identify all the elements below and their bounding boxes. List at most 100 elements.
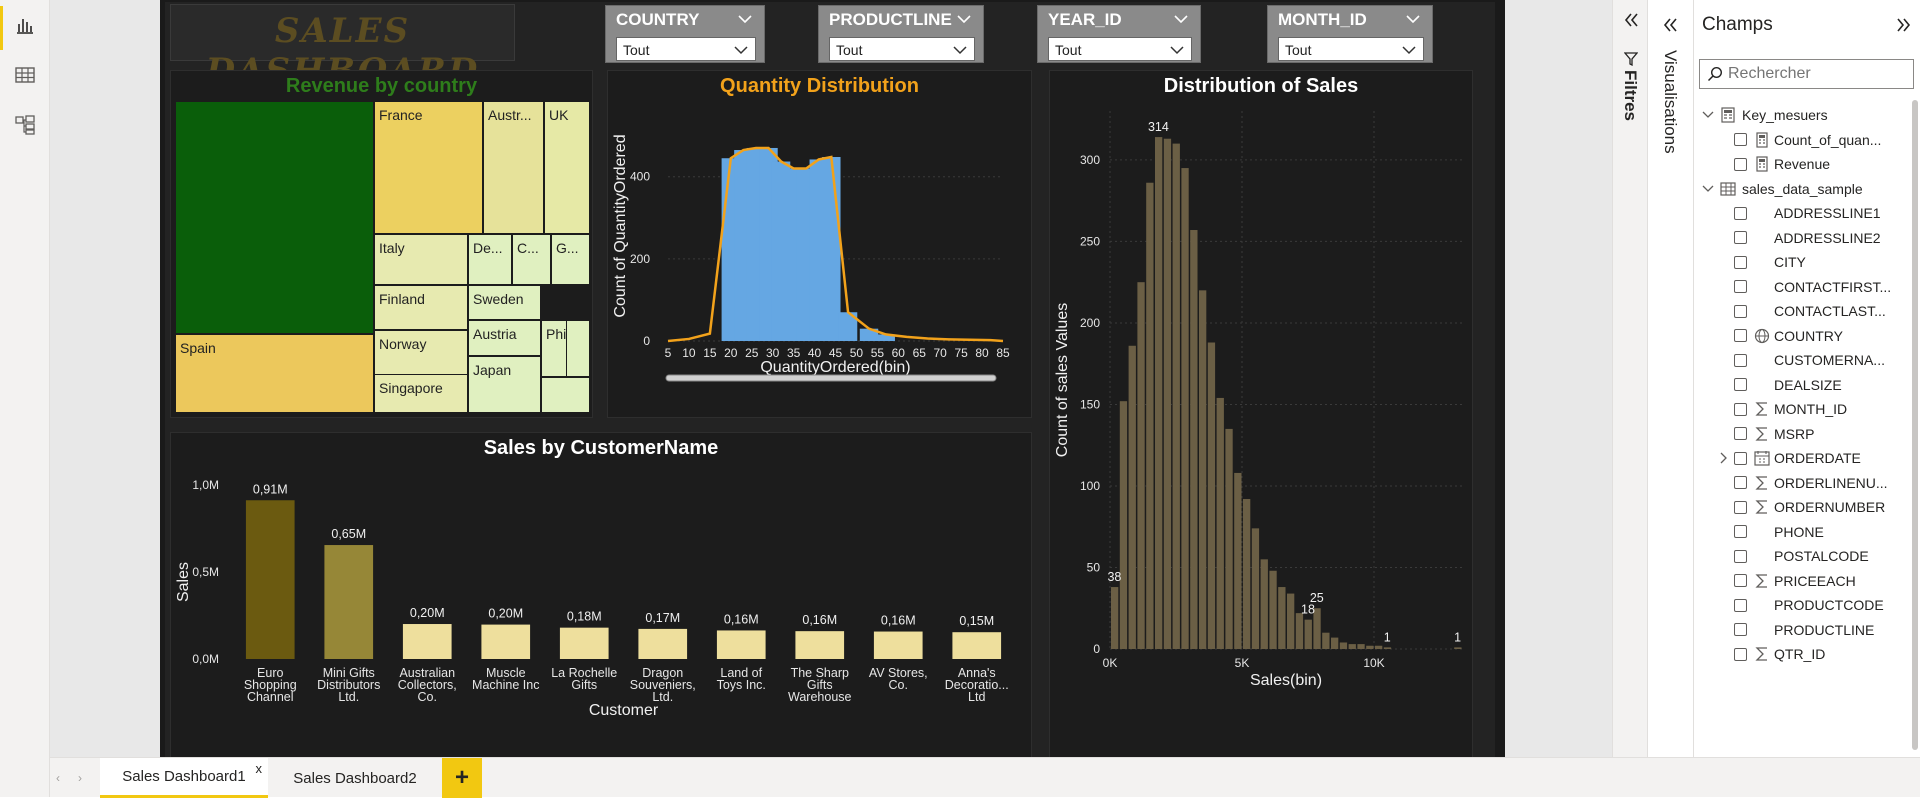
field-checkbox[interactable]: [1734, 476, 1747, 489]
field-checkbox[interactable]: [1734, 598, 1747, 612]
slicer-productline-value: Tout: [836, 42, 863, 58]
report-view-icon[interactable]: [10, 10, 40, 40]
field-checkbox[interactable]: [1734, 255, 1747, 269]
slicer-country-dropdown[interactable]: Tout: [616, 37, 756, 61]
slicer-month-id-dropdown[interactable]: Tout: [1278, 37, 1424, 61]
collapse-visualizations-icon[interactable]: [1662, 17, 1680, 33]
field-checkbox[interactable]: [1734, 353, 1747, 367]
x-tick-label: 25: [745, 346, 759, 360]
slicer-productline-dropdown[interactable]: Tout: [829, 37, 975, 61]
field-checkbox[interactable]: [1734, 623, 1747, 636]
field-checkbox[interactable]: [1734, 500, 1747, 514]
y-tick-label: 200: [630, 252, 650, 266]
treemap-cell[interactable]: G...: [551, 234, 590, 285]
field-checkbox[interactable]: [1734, 304, 1747, 318]
treemap-cell[interactable]: Finland: [374, 285, 468, 330]
treemap-cell[interactable]: Japan: [468, 356, 541, 413]
field-checkbox[interactable]: [1734, 231, 1747, 244]
field-checkbox[interactable]: [1734, 280, 1747, 293]
x-tick-label: 10: [682, 346, 696, 360]
treemap-cell[interactable]: France: [374, 101, 483, 234]
treemap-cell[interactable]: Austr...: [483, 101, 544, 234]
field-label: CITY: [1774, 254, 1806, 270]
scroll-tabs-left-icon[interactable]: ‹: [56, 771, 60, 785]
view-switcher: [0, 0, 50, 797]
chevron-down-icon[interactable]: [1702, 185, 1720, 193]
tab-sales-dashboard1[interactable]: Sales Dashboard1 x: [100, 758, 268, 798]
slicer-month-id[interactable]: MONTH_ID Tout: [1267, 5, 1433, 63]
slicer-year-id[interactable]: YEAR_ID Tout: [1037, 5, 1201, 63]
slicer-country[interactable]: COUNTRY Tout: [605, 5, 765, 63]
dashboard-title-card[interactable]: SALES DASHBOARD: [170, 4, 515, 91]
field-checkbox[interactable]: [1734, 549, 1747, 563]
field-checkbox[interactable]: [1734, 206, 1747, 220]
add-page-button[interactable]: +: [442, 758, 482, 798]
field-checkbox[interactable]: [1734, 157, 1747, 171]
visualizations-pane[interactable]: Visualisations: [1648, 0, 1694, 757]
histogram-bar: [1216, 397, 1224, 649]
chevron-down-icon[interactable]: [736, 12, 754, 26]
fields-scrollbar[interactable]: [1912, 100, 1918, 750]
expand-fields-icon[interactable]: [1894, 17, 1912, 33]
field-label: ADDRESSLINE2: [1774, 229, 1881, 246]
close-tab-icon[interactable]: x: [256, 761, 263, 776]
data-label: 0,20M: [410, 606, 445, 620]
treemap-cell-label: De...: [473, 240, 503, 256]
filters-pane-label[interactable]: Filtres: [1620, 70, 1640, 121]
field-checkbox[interactable]: [1734, 451, 1747, 465]
customer-chart-title: Sales by CustomerName: [483, 437, 719, 459]
field-checkbox[interactable]: [1734, 133, 1747, 146]
chevron-down-icon[interactable]: [1172, 12, 1190, 26]
fields-pane-title: Champs: [1702, 14, 1773, 35]
data-label: 0,91M: [253, 482, 288, 496]
collapse-filters-icon[interactable]: [1623, 12, 1641, 28]
filters-pane[interactable]: Filtres: [1612, 0, 1648, 757]
field-checkbox[interactable]: [1734, 647, 1747, 661]
treemap-cell[interactable]: Italy: [374, 234, 468, 285]
calculator-icon: [1752, 156, 1772, 172]
treemap-cell-label: Finland: [379, 291, 425, 307]
treemap-cell[interactable]: Austria: [468, 320, 541, 356]
treemap-cell[interactable]: [541, 377, 590, 413]
histogram-bar: [1304, 619, 1312, 649]
field-checkbox[interactable]: [1734, 329, 1747, 342]
treemap-cell[interactable]: De...: [468, 234, 512, 285]
x-tick-label: 65: [913, 346, 927, 360]
treemap-cell[interactable]: [175, 101, 374, 334]
treemap-cell[interactable]: UK: [544, 101, 590, 234]
chevron-down-icon[interactable]: [955, 12, 973, 26]
chevron-down-icon[interactable]: [1404, 12, 1422, 26]
fields-search-box[interactable]: [1699, 59, 1914, 89]
field-qtr-id[interactable]: QTR_ID: [1694, 639, 1920, 669]
sales-by-customer-chart[interactable]: Sales by CustomerName 0,0M 0,5M 1,0M 0,91M E…: [170, 432, 1032, 758]
scroll-tabs-right-icon[interactable]: ›: [78, 771, 82, 785]
slicer-year-id-dropdown[interactable]: Tout: [1048, 37, 1192, 61]
field-checkbox[interactable]: [1734, 574, 1747, 587]
slicer-productline[interactable]: PRODUCTLINE Tout: [818, 5, 984, 63]
chevron-down-icon[interactable]: [1702, 111, 1720, 119]
visualizations-pane-label[interactable]: Visualisations: [1660, 50, 1680, 154]
slicer-country-value: Tout: [623, 42, 650, 58]
treemap-cell[interactable]: [566, 320, 590, 377]
revenue-by-country-treemap[interactable]: Revenue by country France Austr... UK Spain…: [170, 70, 593, 418]
field-checkbox[interactable]: [1734, 402, 1747, 416]
chevron-right-icon[interactable]: [1720, 452, 1728, 464]
data-view-icon[interactable]: [10, 60, 40, 90]
treemap-cell[interactable]: Singapore: [374, 374, 468, 413]
model-view-icon[interactable]: [10, 110, 40, 140]
treemap-cell[interactable]: Norway: [374, 330, 468, 375]
x-tick-label: 80: [975, 346, 989, 360]
field-checkbox[interactable]: [1734, 378, 1747, 391]
field-checkbox[interactable]: [1734, 525, 1747, 538]
treemap-cell[interactable]: C...: [512, 234, 551, 285]
distribution-chart-title: Distribution of Sales: [1163, 75, 1359, 97]
fields-search-input[interactable]: [1728, 63, 1908, 85]
distribution-of-sales-chart[interactable]: Distribution of Sales 0 50 100 150 200 250 300…: [1049, 70, 1473, 758]
data-label: 0,65M: [331, 527, 366, 541]
treemap-cell[interactable]: Sweden: [468, 285, 541, 320]
data-label: 25: [1310, 591, 1324, 605]
quantity-distribution-chart[interactable]: Quantity Distribution 0 200 400 5 10 15 20 25 30…: [607, 70, 1032, 418]
field-checkbox[interactable]: [1734, 427, 1747, 440]
tab-sales-dashboard2[interactable]: Sales Dashboard2: [280, 758, 430, 798]
treemap-cell[interactable]: Spain: [175, 334, 374, 413]
